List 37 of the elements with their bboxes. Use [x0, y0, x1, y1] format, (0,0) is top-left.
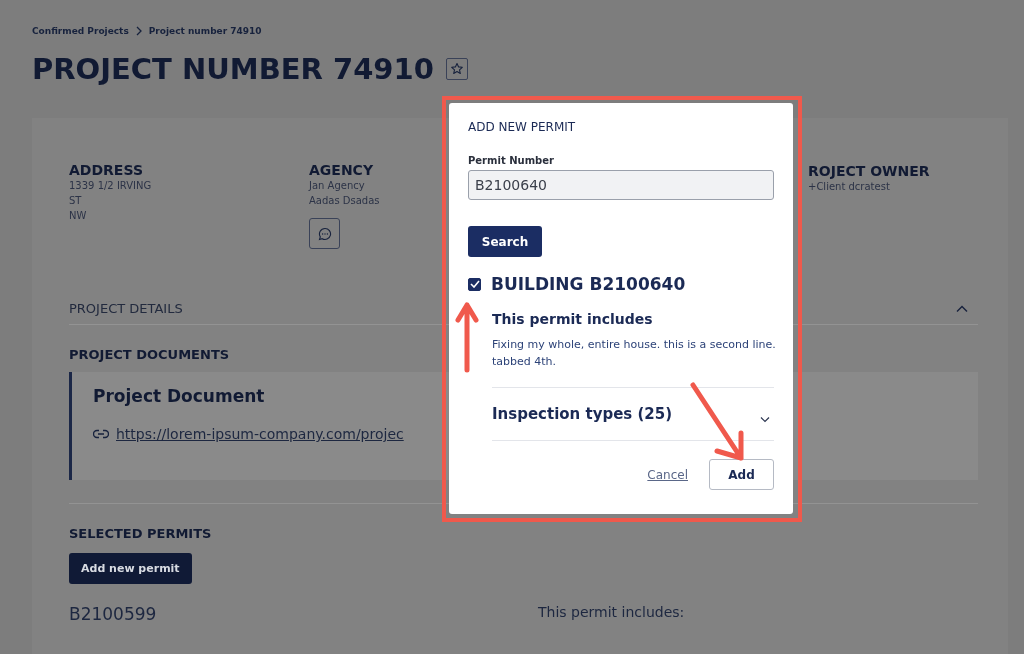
info-text: ST: [69, 194, 82, 208]
permit-description: Fixing my whole, entire house. this is a second line. tabbed 4th.: [492, 337, 777, 370]
add-button[interactable]: Add: [709, 459, 774, 490]
info-text: 1339 1/2 IRVING: [69, 179, 152, 193]
permit-number: B2100599: [69, 604, 158, 624]
section-heading: SELECTED PERMITS: [69, 526, 212, 541]
info-heading: AGENCY: [309, 162, 374, 178]
document-title: Project Document: [93, 386, 265, 406]
info-text: NW: [69, 209, 87, 223]
star-icon: [449, 62, 464, 76]
info-heading: ROJECT OWNER: [808, 163, 930, 179]
document-link[interactable]: https://lorem-ipsum-company.com/projec: [116, 426, 404, 442]
cancel-link[interactable]: Cancel: [647, 467, 688, 482]
section-heading: PROJECT DOCUMENTS: [69, 347, 230, 362]
inspection-types-toggle[interactable]: Inspection types (25): [492, 387, 774, 441]
checkbox[interactable]: [468, 277, 481, 291]
permit-title: BUILDING B2100640: [491, 274, 686, 294]
add-permit-button[interactable]: Add new permit: [69, 553, 192, 584]
info-text: Jan Agency: [309, 179, 365, 193]
page-title: PROJECT NUMBER 74910: [32, 52, 434, 86]
dialog-title: ADD NEW PERMIT: [468, 120, 576, 134]
permit-number-field[interactable]: B2100640: [468, 170, 774, 200]
chat-icon: [317, 226, 332, 241]
favorite-button[interactable]: [445, 58, 468, 80]
annotation-arrow: [455, 302, 479, 373]
chevron-right-icon: [134, 26, 143, 36]
info-heading: ADDRESS: [69, 162, 143, 178]
info-text: Aadas Dsadas: [309, 194, 380, 208]
search-button[interactable]: Search: [468, 226, 542, 257]
field-label: Permit Number: [468, 155, 554, 166]
info-text: +Client dcratest: [808, 180, 890, 194]
permit-description-label: This permit includes:: [538, 604, 685, 622]
section-heading: This permit includes: [492, 311, 653, 327]
breadcrumb-link[interactable]: Project number 74910: [148, 26, 262, 36]
link-icon: [93, 429, 109, 439]
breadcrumb-link[interactable]: Confirmed Projects: [32, 26, 129, 36]
chat-button[interactable]: [309, 218, 340, 249]
